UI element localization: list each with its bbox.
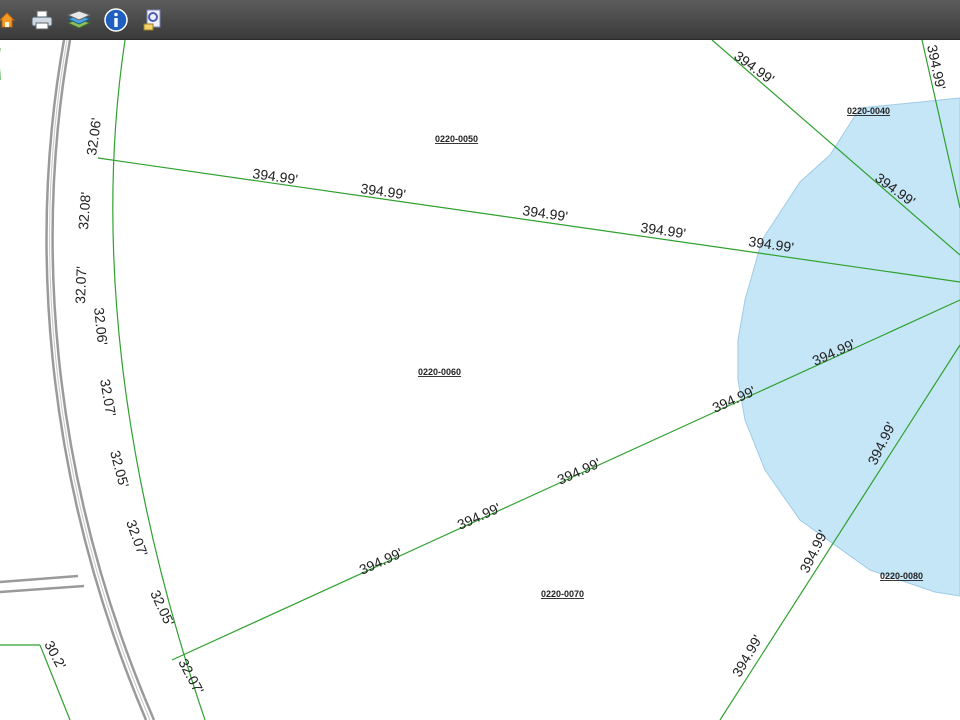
home-icon [0,11,16,27]
dimension-label: 394.99' [729,632,766,679]
home-button[interactable] [0,6,18,33]
dimension-label: 30.2' [41,638,69,672]
arc-dimension-label: 32.07' [97,378,119,418]
parcel-label-0220-0070[interactable]: 0220-0070 [541,589,584,599]
parcel-label-0220-0080[interactable]: 0220-0080 [880,571,923,581]
arc-dimension-label: 32.06' [91,307,111,346]
dimension-label: 394.99' [796,527,830,575]
dimension-label: 394.99' [555,455,603,488]
identify-icon [143,9,160,30]
identify-button[interactable] [139,6,166,33]
dimension-label: 394.99' [252,165,299,187]
dimension-label: 394.99' [357,545,405,578]
parcel-map[interactable]: 0220-0050 0220-0040 0220-0060 0220-0070 … [0,40,960,720]
info-button[interactable] [102,6,129,33]
parcel-label-0220-0050[interactable]: 0220-0050 [435,134,478,144]
print-icon [31,10,52,29]
toolbar [0,0,960,40]
arc-dimension-label: 32.08' [75,191,94,230]
dimension-label: 394.99' [455,500,503,533]
arc-dimension-label: 32.05' [107,449,132,490]
dimension-label: 394.99' [731,47,777,87]
dimension-label: 394.99' [640,219,687,241]
parcel-label-0220-0060[interactable]: 0220-0060 [418,367,461,377]
layers-button[interactable] [65,6,92,33]
info-icon [103,7,128,32]
layers-icon [66,9,91,29]
dimension-label: 394.99' [360,180,407,202]
arc-dimension-label: 32.07' [72,266,89,304]
arc-dimension-label: 32.05' [147,588,177,629]
arc-dimension-label: 32.07' [175,656,207,697]
arc-dimension-label: 32.06' [83,117,104,157]
print-button[interactable] [28,6,55,33]
parcel-label-0220-0040[interactable]: 0220-0040 [847,106,890,116]
arc-dimension-label: 32.07' [123,518,151,559]
road [0,40,156,720]
dimension-label: 394.99' [522,202,569,224]
